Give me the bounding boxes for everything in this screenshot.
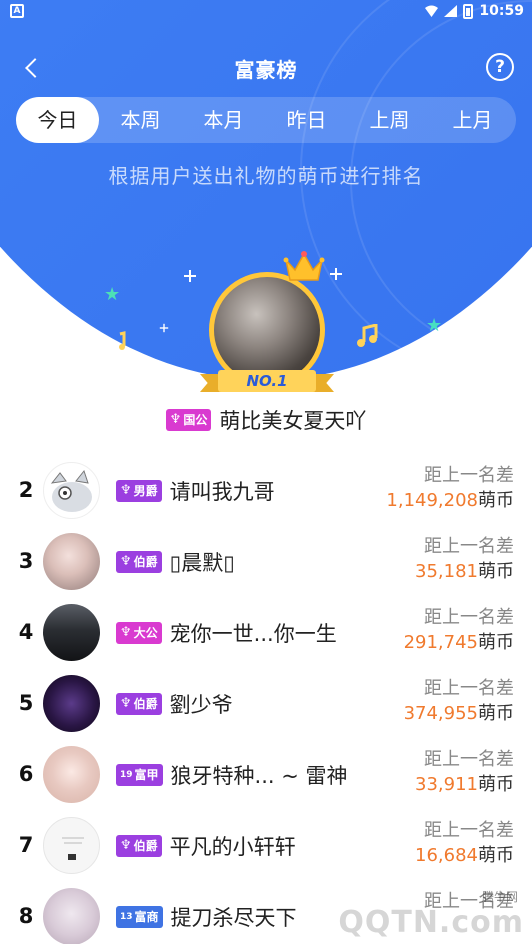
- list-item[interactable]: 4 ♆ 大公 宠你一世...你一生 距上一名差 291,745萌币: [0, 598, 532, 669]
- rank-number: 3: [18, 549, 34, 573]
- nav-bar: 富豪榜 ?: [0, 44, 532, 92]
- rank-one-label: NO.1: [218, 370, 316, 392]
- currency-unit: 萌币: [478, 561, 514, 582]
- list-item[interactable]: 6 19 富甲 狼牙特种... ~ 雷神 距上一名差 33,911萌币: [0, 740, 532, 811]
- champion-name: 萌比美女夏天吖: [219, 409, 367, 433]
- list-item[interactable]: 3 ♆ 伯爵 ▯晨默▯ 距上一名差 35,181萌币: [0, 527, 532, 598]
- tab-this-month[interactable]: 本月: [182, 97, 265, 143]
- avatar[interactable]: [43, 817, 100, 874]
- rank-number: 5: [18, 691, 34, 715]
- tab-last-week[interactable]: 上周: [348, 97, 431, 143]
- signal-icon: [444, 5, 458, 17]
- gap-label: 距上一名差: [424, 536, 514, 557]
- user-name: 平凡的小轩轩: [169, 835, 296, 859]
- rank-number: 7: [18, 833, 34, 857]
- rank-number: 6: [18, 762, 34, 786]
- help-icon[interactable]: ?: [486, 53, 514, 81]
- status-bar: A 10:59: [0, 0, 532, 24]
- rank-badge: ♆ 伯爵: [116, 693, 162, 715]
- avatar[interactable]: [43, 604, 100, 661]
- rank-badge: ♆ 伯爵: [116, 835, 162, 857]
- rank-badge: ♆ 男爵: [116, 480, 162, 502]
- watermark-brand: QQTN.com: [338, 905, 524, 940]
- gap-amount: 33,911: [415, 774, 478, 795]
- header-area: A 10:59 富豪榜 ? 今日 本周 本月 昨日 上周 上月 根据用户送出礼物…: [0, 0, 532, 400]
- tab-yesterday[interactable]: 昨日: [265, 97, 348, 143]
- music-note-icon: [357, 324, 378, 347]
- avatar[interactable]: [43, 746, 100, 803]
- currency-unit: 萌币: [478, 774, 514, 795]
- tab-today[interactable]: 今日: [16, 97, 99, 143]
- ranking-description: 根据用户送出礼物的萌币进行排名: [108, 164, 424, 188]
- music-note-icon: [119, 331, 126, 350]
- status-time: 10:59: [479, 3, 524, 19]
- list-item[interactable]: 7 ♆ 伯爵 平凡的小轩轩 距上一名差 16,684萌币: [0, 811, 532, 882]
- tab-this-week[interactable]: 本周: [99, 97, 182, 143]
- currency-unit: 萌币: [478, 632, 514, 653]
- rank-badge: 13 富商: [116, 906, 163, 928]
- avatar[interactable]: [43, 675, 100, 732]
- watermark-text: 腾牛网: [481, 890, 518, 904]
- sparkle-icon: [159, 323, 169, 333]
- gap-label: 距上一名差: [424, 749, 514, 770]
- star-icon: ★: [426, 315, 443, 336]
- rank-number: 4: [18, 620, 34, 644]
- gap-amount: 374,955: [403, 703, 478, 724]
- user-name: 宠你一世...你一生: [169, 622, 337, 646]
- gap-label: 距上一名差: [424, 607, 514, 628]
- watermark-logo: 腾牛网 QQTN.com: [318, 880, 528, 940]
- rank-number: 8: [18, 904, 34, 928]
- list-item[interactable]: 2 ♆ 男爵 请叫我九哥 距上一名差 1,149,208萌币: [0, 456, 532, 527]
- sparkle-icon: [330, 268, 342, 280]
- list-item[interactable]: 5 ♆ 伯爵 劉少爷 距上一名差 374,955萌币: [0, 669, 532, 740]
- tab-last-month[interactable]: 上月: [431, 97, 514, 143]
- battery-icon: [463, 3, 474, 19]
- user-name: 劉少爷: [169, 693, 233, 717]
- rank-badge: ♆ 国公: [165, 409, 212, 431]
- notification-icon: A: [10, 4, 24, 18]
- user-name: 狼牙特种... ~ 雷神: [170, 764, 348, 788]
- currency-unit: 萌币: [478, 490, 514, 511]
- currency-unit: 萌币: [478, 703, 514, 724]
- champion-row[interactable]: ♆ 国公 萌比美女夏天吖: [0, 404, 532, 436]
- sparkle-icon: [184, 270, 196, 282]
- user-name: ▯晨默▯: [169, 551, 235, 575]
- avatar[interactable]: [43, 888, 100, 944]
- user-name: 提刀杀尽天下: [170, 906, 297, 930]
- rank-one-ribbon: NO.1: [200, 370, 334, 394]
- avatar[interactable]: [43, 533, 100, 590]
- gap-label: 距上一名差: [424, 465, 514, 486]
- rank-number: 2: [18, 478, 34, 502]
- gap-amount: 16,684: [415, 845, 478, 866]
- badge-wings-icon: ♆: [169, 412, 182, 427]
- crown-icon: [283, 251, 325, 281]
- rank-badge: 19 富甲: [116, 764, 163, 786]
- gap-amount: 1,149,208: [386, 490, 478, 511]
- page-title: 富豪榜: [234, 58, 298, 82]
- ranking-list: 2 ♆ 男爵 请叫我九哥 距上一名差 1,149,208萌币 3 ♆ 伯爵 ▯晨默▯…: [0, 456, 532, 944]
- gap-amount: 291,745: [403, 632, 478, 653]
- user-name: 请叫我九哥: [169, 480, 275, 504]
- rank-badge: ♆ 大公: [116, 622, 162, 644]
- currency-unit: 萌币: [478, 845, 514, 866]
- rank-badge: ♆ 伯爵: [116, 551, 162, 573]
- gap-label: 距上一名差: [424, 678, 514, 699]
- gap-label: 距上一名差: [424, 820, 514, 841]
- star-icon: ★: [104, 284, 121, 305]
- wifi-icon: [425, 5, 439, 17]
- gap-amount: 35,181: [415, 561, 478, 582]
- period-tabs: 今日 本周 本月 昨日 上周 上月: [16, 97, 516, 143]
- avatar[interactable]: [43, 462, 100, 519]
